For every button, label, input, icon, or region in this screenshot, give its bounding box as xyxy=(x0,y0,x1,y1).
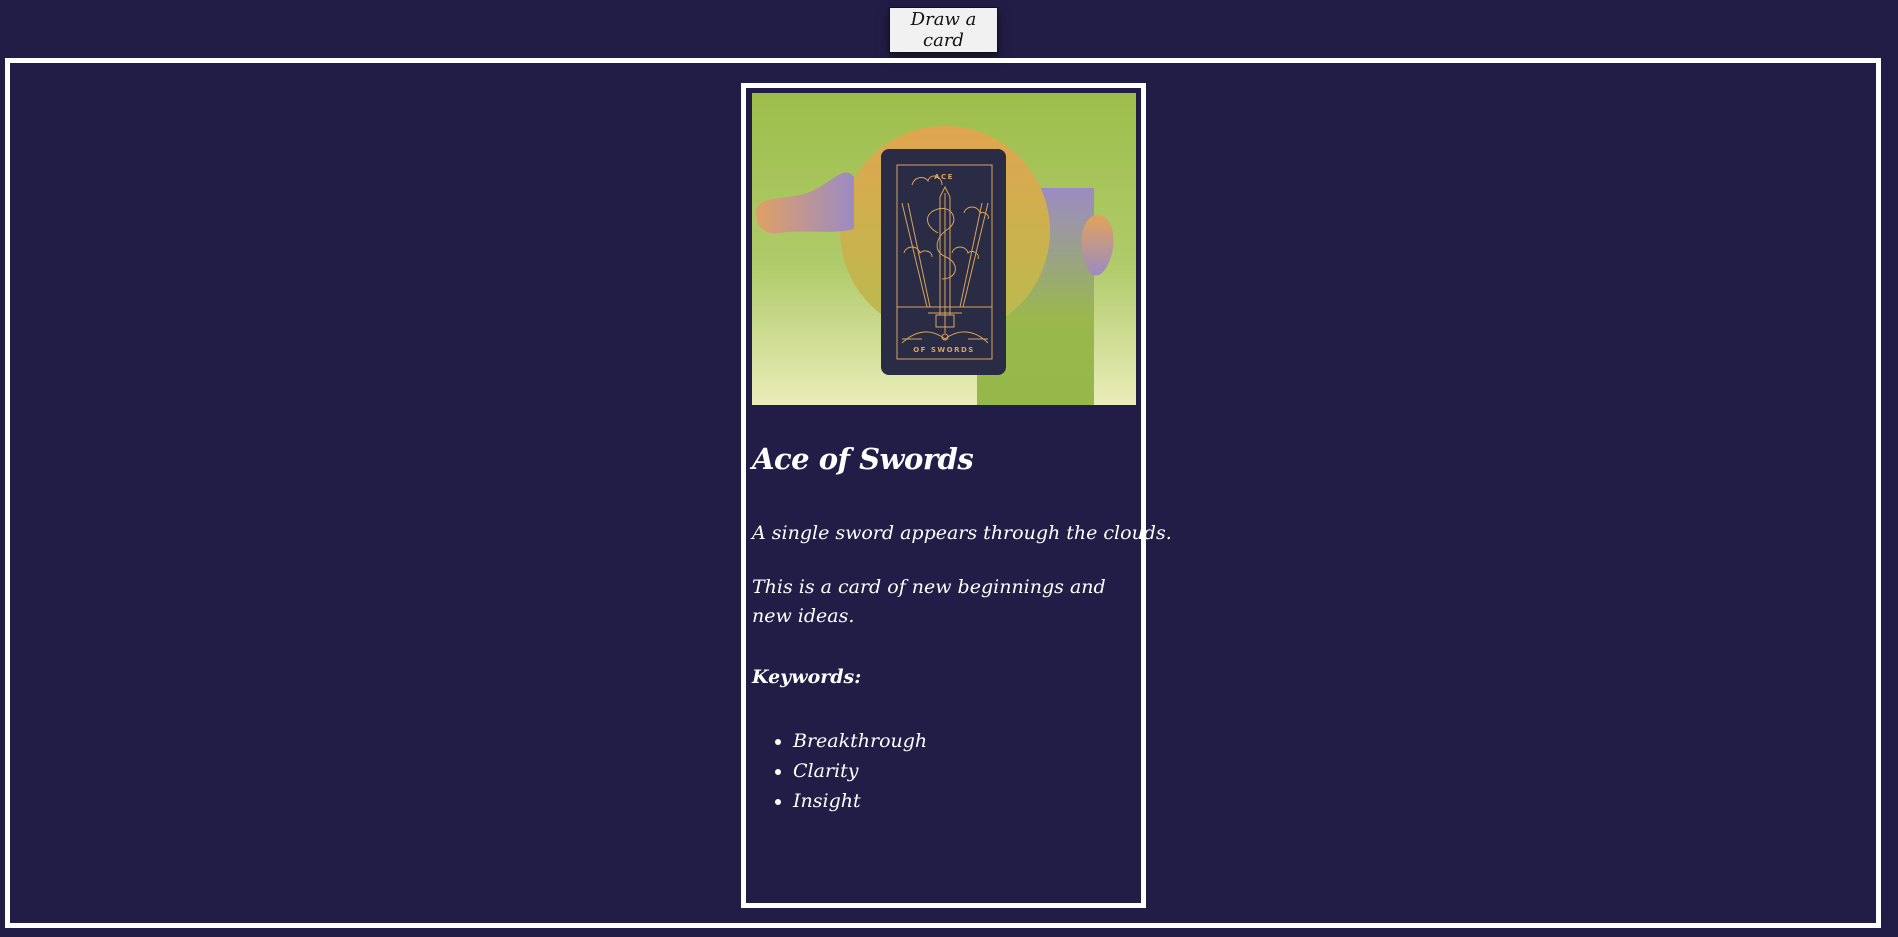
card-description-1: A single sword appears through the cloud… xyxy=(752,522,1172,544)
ace-of-swords-card-image: ACE OF SWORDS xyxy=(752,93,1136,405)
card-title: Ace of Swords xyxy=(752,442,974,476)
keyword-item: Clarity xyxy=(793,756,927,786)
card-description-2: This is a card of new beginnings and new… xyxy=(752,576,1106,627)
draw-card-button[interactable]: Draw a card xyxy=(889,7,998,53)
keywords-list: Breakthrough Clarity Insight xyxy=(752,726,927,816)
card-image-bottom-text: OF SWORDS xyxy=(913,346,975,354)
keywords-heading: Keywords: xyxy=(752,666,862,688)
keyword-item: Insight xyxy=(793,786,927,816)
card-image-top-text: ACE xyxy=(934,173,954,181)
keyword-item: Breakthrough xyxy=(793,726,927,756)
